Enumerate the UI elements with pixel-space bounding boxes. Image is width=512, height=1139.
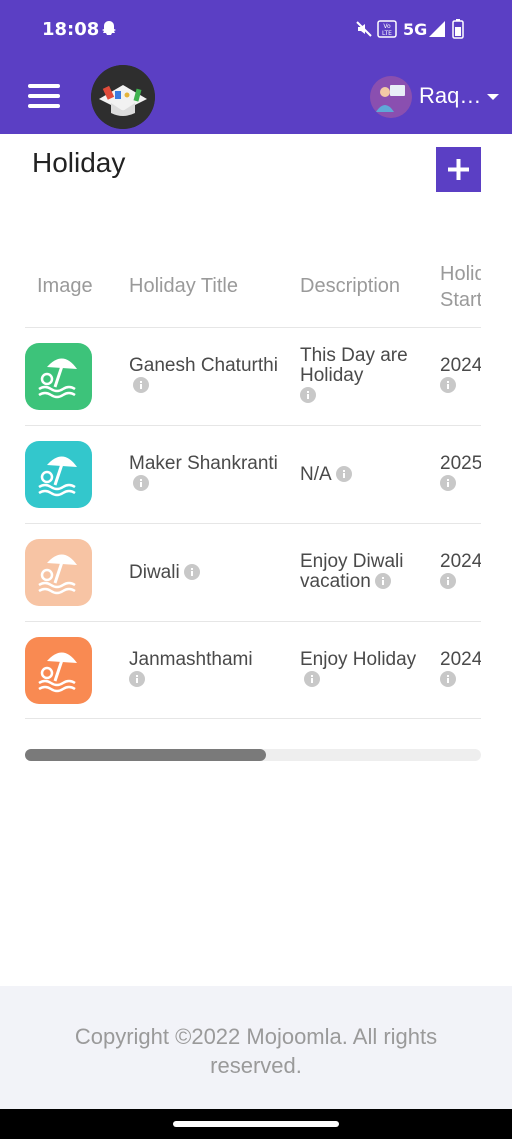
holiday-description-cell: This Day are Holiday — [300, 346, 425, 406]
holiday-description-cell: Enjoy Diwali vacation — [300, 551, 404, 592]
info-icon[interactable] — [440, 377, 456, 393]
status-time: 18:08 — [42, 19, 100, 40]
column-header-image: Image — [37, 275, 93, 297]
footer: Copyright ©2022 Mojoomla. All rights res… — [0, 986, 512, 1109]
mute-icon — [356, 21, 372, 37]
copyright-text: Copyright ©2022 Mojoomla. All rights res… — [74, 1024, 438, 1078]
holiday-start-cell: 2024 — [440, 356, 481, 396]
holiday-title-cell: Janmashthami — [129, 650, 289, 690]
holiday-image — [25, 441, 92, 508]
school-logo[interactable] — [91, 65, 155, 129]
horizontal-scrollbar[interactable] — [25, 749, 481, 761]
holiday-image — [25, 343, 92, 410]
navigation-bar — [0, 1109, 512, 1139]
holiday-description-cell: Enjoy Holiday — [300, 650, 425, 690]
svg-text:LTE: LTE — [382, 30, 392, 37]
holiday-start-cell: 2024 — [440, 552, 481, 592]
add-holiday-button[interactable] — [436, 147, 481, 192]
beach-umbrella-icon — [38, 456, 77, 497]
user-name[interactable]: Raq… — [419, 83, 481, 109]
column-header-description: Description — [300, 275, 401, 297]
info-icon[interactable] — [304, 671, 320, 687]
info-icon[interactable] — [129, 671, 145, 687]
info-icon[interactable] — [440, 475, 456, 491]
beach-umbrella-icon — [38, 554, 77, 595]
info-icon[interactable] — [440, 573, 456, 589]
info-icon[interactable] — [374, 573, 391, 589]
home-indicator[interactable] — [173, 1121, 339, 1127]
snapchat-ghost-icon — [102, 21, 116, 35]
signal-icon — [429, 21, 445, 37]
info-icon[interactable] — [183, 564, 200, 580]
menu-icon[interactable] — [28, 84, 60, 110]
battery-icon — [452, 19, 464, 39]
table-row[interactable]: Diwali Enjoy Diwali vacation 2024 — [25, 523, 481, 621]
avatar[interactable] — [370, 76, 412, 118]
page-title: Holiday — [32, 147, 126, 178]
info-icon[interactable] — [440, 671, 456, 687]
holiday-image — [25, 637, 92, 704]
column-header-holiday-start: Holiday Start — [440, 263, 481, 311]
svg-text:Vo: Vo — [383, 23, 391, 30]
holiday-start-cell: 2024 — [440, 650, 481, 690]
table-row[interactable]: Ganesh Chaturthi This Day are Holiday 20… — [25, 327, 481, 425]
column-header-title: Holiday Title — [129, 275, 238, 297]
app-bar: Raq… — [0, 60, 512, 134]
scrollbar-thumb[interactable] — [25, 749, 266, 761]
table-row[interactable]: Maker Shankranti N/A 2025 — [25, 425, 481, 523]
chevron-down-icon[interactable] — [486, 92, 500, 102]
holiday-start-cell: 2025 — [440, 454, 481, 494]
info-icon[interactable] — [133, 377, 149, 393]
info-icon[interactable] — [133, 475, 149, 491]
beach-umbrella-icon — [38, 652, 77, 693]
beach-umbrella-icon — [38, 358, 77, 399]
status-bar: 18:08 Vo LTE 5G — [0, 0, 512, 60]
table-row[interactable]: Janmashthami Enjoy Holiday 2024 — [25, 621, 481, 719]
holiday-image — [25, 539, 92, 606]
info-icon[interactable] — [335, 466, 352, 482]
info-icon[interactable] — [300, 387, 316, 403]
volte-icon: Vo LTE — [377, 20, 397, 38]
holiday-title-cell: Ganesh Chaturthi — [129, 356, 289, 396]
holiday-description-cell: N/A — [300, 465, 425, 485]
holiday-title-cell: Diwali — [129, 563, 289, 583]
plus-icon — [448, 159, 469, 180]
holiday-title-cell: Maker Shankranti — [129, 454, 289, 494]
holiday-table[interactable]: Image Holiday Title Description Holiday … — [25, 245, 481, 720]
network-type: 5G — [403, 20, 428, 39]
